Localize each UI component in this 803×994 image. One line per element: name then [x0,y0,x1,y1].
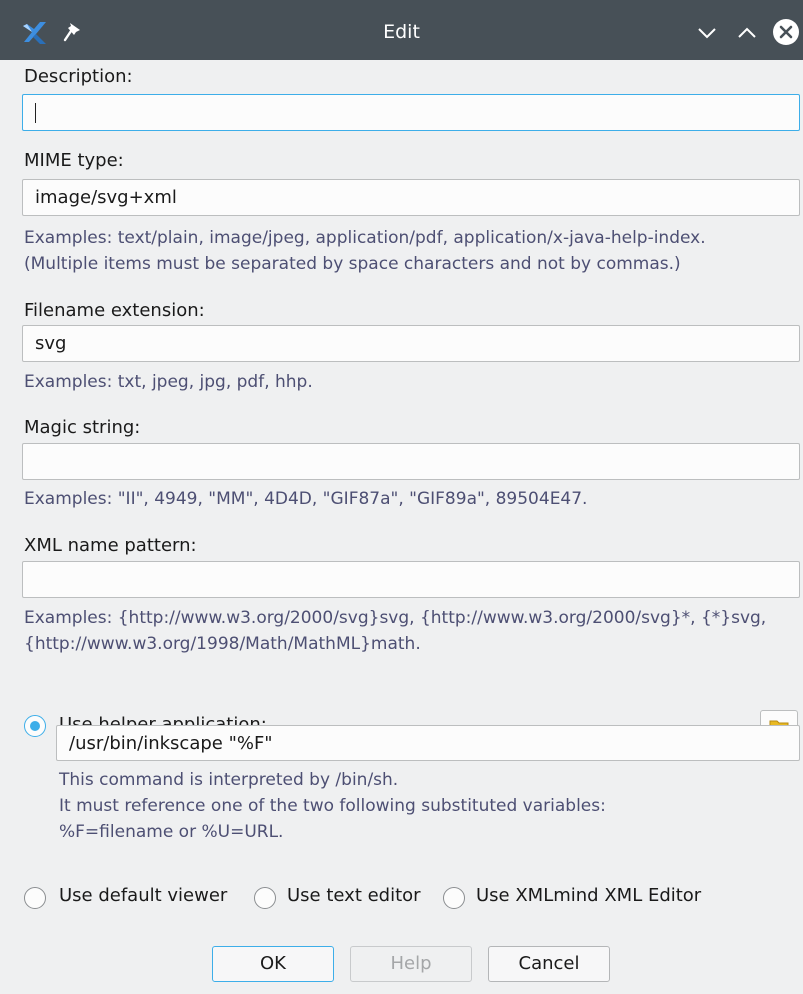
text-editor-label[interactable]: Use text editor [287,885,421,906]
title-bar[interactable]: Edit [0,0,803,60]
maximize-icon[interactable] [732,18,762,48]
filename-extension-label: Filename extension: [24,300,205,321]
mime-type-hint-1: Examples: text/plain, image/jpeg, applic… [24,228,706,248]
xml-name-pattern-hint-2: {http://www.w3.org/1998/Math/MathML}math… [24,634,421,654]
text-caret [35,103,36,123]
filename-extension-field[interactable]: svg [22,325,800,362]
cancel-button[interactable]: Cancel [488,946,610,982]
magic-string-label: Magic string: [24,417,141,438]
magic-string-hint: Examples: "II", 4949, "MM", 4D4D, "GIF87… [24,489,588,509]
mime-type-hint-2: (Multiple items must be separated by spa… [24,254,681,274]
xmlmind-editor-radio[interactable] [443,887,465,909]
description-field[interactable] [22,94,800,131]
xml-name-pattern-label: XML name pattern: [24,535,197,556]
helper-note-3: %F=filename or %U=URL. [59,822,284,842]
help-button[interactable]: Help [350,946,472,982]
close-icon[interactable] [770,15,802,49]
helper-note-2: It must reference one of the two followi… [59,796,606,816]
ok-button[interactable]: OK [212,946,334,982]
filename-extension-value: svg [35,333,67,354]
mime-type-value: image/svg+xml [35,187,177,208]
helper-application-radio[interactable] [24,715,46,737]
xml-name-pattern-hint-1: Examples: {http://www.w3.org/2000/svg}sv… [24,608,767,628]
description-label: Description: [24,66,133,87]
text-editor-radio[interactable] [254,887,276,909]
minimize-icon[interactable] [692,18,722,48]
xmlmind-editor-label[interactable]: Use XMLmind XML Editor [476,885,701,906]
window-title: Edit [383,21,420,43]
mime-type-label: MIME type: [24,150,124,171]
mime-type-field[interactable]: image/svg+xml [22,179,800,216]
helper-command-field[interactable]: /usr/bin/inkscape "%F" [56,725,800,761]
default-viewer-label[interactable]: Use default viewer [59,885,227,906]
magic-string-field[interactable] [22,443,800,480]
default-viewer-radio[interactable] [24,887,46,909]
xml-name-pattern-field[interactable] [22,561,800,598]
helper-note-1: This command is interpreted by /bin/sh. [59,770,399,790]
filename-extension-hint: Examples: txt, jpeg, jpg, pdf, hhp. [24,372,313,392]
helper-command-value: /usr/bin/inkscape "%F" [69,733,273,754]
